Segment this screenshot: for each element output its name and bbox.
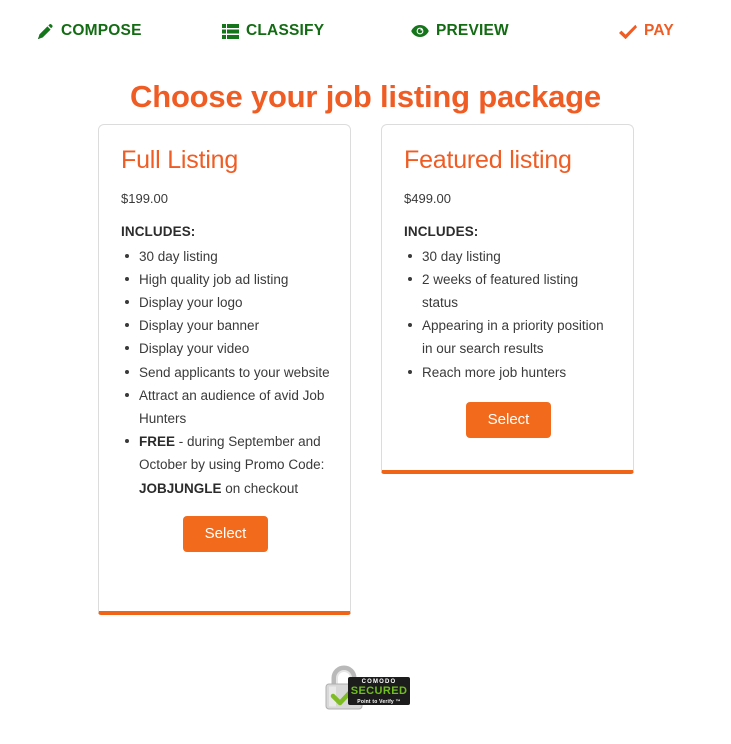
package-feature-item: Display your banner bbox=[121, 314, 330, 337]
package-feature-item: 30 day listing bbox=[404, 245, 613, 268]
pencil-icon bbox=[36, 22, 54, 40]
package-feature-list: 30 day listing High quality job ad listin… bbox=[121, 245, 330, 500]
package-feature-item: Display your video bbox=[121, 337, 330, 360]
page-title: Choose your job listing package bbox=[130, 78, 601, 114]
select-button-featured-listing[interactable]: Select bbox=[465, 401, 552, 438]
select-button-full-listing[interactable]: Select bbox=[182, 515, 269, 552]
check-icon bbox=[619, 22, 637, 40]
package-feature-item: Display your logo bbox=[121, 291, 330, 314]
package-feature-item: Appearing in a priority position in our … bbox=[404, 314, 613, 360]
package-title: Featured listing bbox=[404, 146, 572, 174]
package-title: Full Listing bbox=[121, 146, 239, 174]
package-feature-item: Send applicants to your website bbox=[121, 361, 330, 384]
package-card-featured-listing[interactable]: Featured listing $499.00 INCLUDES: 30 da… bbox=[381, 124, 634, 474]
package-feature-item: FREE - during September and October by u… bbox=[121, 430, 330, 500]
step-compose-label: COMPOSE bbox=[61, 22, 142, 40]
select-button-wrap: Select bbox=[121, 515, 330, 552]
step-classify[interactable]: CLASSIFY bbox=[221, 22, 324, 40]
package-includes-label: INCLUDES: bbox=[404, 223, 479, 239]
list-grid-icon bbox=[221, 22, 239, 40]
package-feature-list: 30 day listing 2 weeks of featured listin… bbox=[404, 245, 613, 384]
package-card-full-listing[interactable]: Full Listing $199.00 INCLUDES: 30 day li… bbox=[98, 124, 351, 615]
package-feature-item: High quality job ad listing bbox=[121, 268, 330, 291]
step-pay[interactable]: PAY bbox=[619, 22, 674, 40]
comodo-badge: COMODO SECURED Point to Verify ™ bbox=[348, 677, 410, 705]
step-preview[interactable]: PREVIEW bbox=[411, 22, 509, 40]
step-pay-label: PAY bbox=[644, 22, 674, 40]
comodo-status: SECURED bbox=[350, 685, 408, 697]
package-feature-item: Reach more job hunters bbox=[404, 361, 613, 384]
step-compose[interactable]: COMPOSE bbox=[36, 22, 142, 40]
step-classify-label: CLASSIFY bbox=[246, 22, 325, 40]
package-feature-item: 30 day listing bbox=[121, 245, 330, 268]
package-feature-item: Attract an audience of avid Job Hunters bbox=[121, 384, 330, 430]
package-price: $499.00 bbox=[404, 190, 451, 206]
package-includes-label: INCLUDES: bbox=[121, 223, 196, 239]
comodo-tagline: Point to Verify ™ bbox=[357, 699, 401, 705]
step-preview-label: PREVIEW bbox=[436, 22, 509, 40]
checkout-step-nav: COMPOSE CLASSIFY PREVIEW PAY bbox=[0, 22, 731, 52]
eye-icon bbox=[411, 22, 429, 40]
comodo-secured-seal[interactable]: COMODO SECURED Point to Verify ™ bbox=[320, 663, 410, 711]
package-price: $199.00 bbox=[121, 190, 168, 206]
package-feature-item: 2 weeks of featured listing status bbox=[404, 268, 613, 314]
select-button-wrap: Select bbox=[404, 401, 613, 438]
